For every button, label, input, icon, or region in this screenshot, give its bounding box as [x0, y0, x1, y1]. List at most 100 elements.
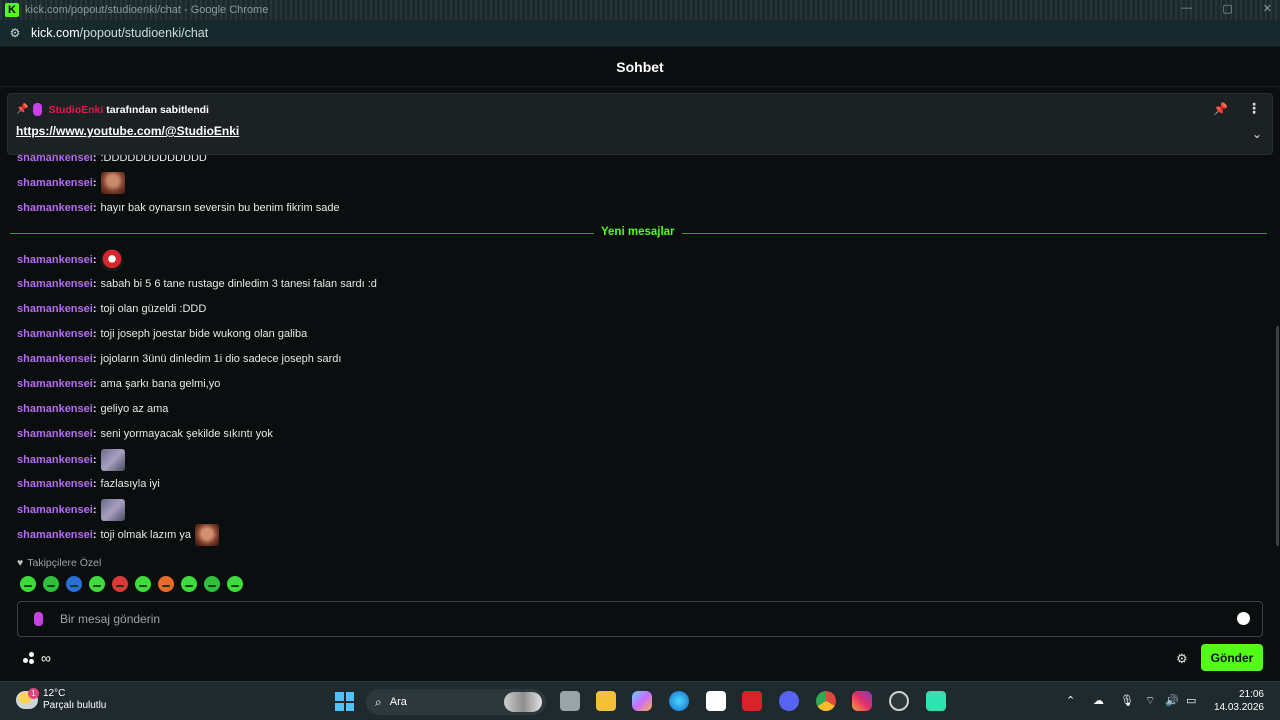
window-controls: — ▢ ✕ [1181, 2, 1272, 15]
address-bar: ⚙ kick.com/popout/studioenki/chat [0, 20, 1280, 47]
message-colon: : [92, 504, 97, 516]
chevron-down-icon[interactable]: ⌄ [1252, 127, 1262, 141]
windows-taskbar: 1 12°C Parçalı bulutlu ⌕ Ara ⌃ ☁ 🎙 ⌔ 🔊 ▭ [0, 681, 1280, 720]
chat-header: Sohbet [0, 47, 1280, 87]
message-username[interactable]: shamankensei [17, 503, 93, 517]
instagram-icon[interactable] [852, 691, 872, 711]
message-colon: : [92, 278, 97, 290]
pinner-name[interactable]: StudioEnki [48, 104, 103, 116]
chrome-icon[interactable] [816, 691, 836, 711]
pinned-by-text: tarafından sabitlendi [106, 103, 209, 116]
microsoft-store-icon[interactable] [706, 691, 726, 711]
message-username[interactable]: shamankensei [17, 327, 93, 341]
emote-icon[interactable] [135, 576, 151, 592]
emote-ball[interactable] [100, 249, 123, 271]
chat-message-input[interactable] [60, 612, 1160, 626]
message-colon: : [92, 454, 97, 466]
file-explorer-icon[interactable] [596, 691, 616, 711]
wifi-icon[interactable]: ⌔ [1145, 694, 1155, 708]
gear-icon[interactable]: ⚙ [1176, 651, 1188, 667]
edge-icon[interactable] [669, 691, 689, 711]
message-text: toji olmak lazım ya [100, 529, 191, 541]
message-text: hayır bak oynarsın seversin bu benim fik… [100, 202, 340, 214]
cloud-icon[interactable]: ☁ [1093, 694, 1104, 707]
emote-face[interactable] [100, 172, 125, 194]
message-username[interactable]: shamankensei [17, 528, 93, 542]
send-button[interactable]: Gönder [1201, 644, 1263, 671]
message-colon: : [92, 202, 97, 214]
chat-message: shamankensei: toji joseph joestar bide wu… [17, 327, 307, 341]
emote-blur[interactable] [100, 499, 125, 521]
minimize-icon[interactable]: — [1181, 2, 1192, 15]
chevron-up-icon[interactable]: ⌃ [1066, 694, 1075, 707]
weather-description: Parçalı bulutlu [43, 700, 107, 711]
url-text[interactable]: kick.com/popout/studioenki/chat [31, 26, 208, 40]
taskbar-clock[interactable]: 21:06 14.03.2026 [1212, 688, 1264, 714]
weather-icon: 1 [16, 688, 39, 709]
close-icon[interactable]: ✕ [1263, 2, 1272, 15]
emote-icon[interactable] [66, 576, 82, 592]
chat-message: shamankensei: geliyo az ama [17, 402, 168, 416]
infinity-icon[interactable]: ∞ [41, 650, 51, 666]
followers-only-label: Takipçilere Özel [27, 557, 102, 569]
more-options-icon[interactable]: ⋮ [1247, 100, 1261, 117]
unpin-icon[interactable]: 📌 [1213, 102, 1228, 116]
new-messages-label: Yeni mesajlar [594, 226, 682, 238]
message-text: fazlasıyla iyi [100, 478, 160, 490]
emoji-icon[interactable] [1237, 612, 1250, 625]
emote-icon[interactable] [158, 576, 174, 592]
message-username[interactable]: shamankensei [17, 377, 93, 391]
emote-icon[interactable] [227, 576, 243, 592]
windows-start-icon[interactable] [335, 692, 354, 711]
chat-message: shamankensei: fazlasıyla iyi [17, 477, 160, 491]
site-settings-icon[interactable]: ⚙ [8, 26, 22, 40]
pinned-link[interactable]: https://www.youtube.com/@StudioEnki [16, 124, 239, 138]
window-title: kick.com/popout/studioenki/chat - Google… [25, 4, 269, 16]
app-l-icon[interactable] [742, 691, 762, 711]
copilot-icon[interactable] [632, 691, 652, 711]
message-username[interactable]: shamankensei [17, 253, 93, 267]
emote-icon[interactable] [204, 576, 220, 592]
message-text: seni yormayacak şekilde sıkıntı yok [100, 428, 273, 440]
maximize-icon[interactable]: ▢ [1222, 2, 1232, 15]
chat-message: shamankensei: toji olan güzeldi :DDD [17, 302, 206, 316]
message-username[interactable]: shamankensei [17, 427, 93, 441]
app-chat-icon[interactable] [926, 691, 946, 711]
emote-blur[interactable] [100, 449, 125, 471]
message-username[interactable]: shamankensei [17, 277, 93, 291]
app-clock-icon[interactable] [889, 691, 909, 711]
battery-icon[interactable]: ▭ [1186, 694, 1196, 707]
chat-message: shamankensei: seni yormayacak şekilde sık… [17, 427, 273, 441]
message-username[interactable]: shamankensei [17, 302, 93, 316]
kick-logo-icon: K [5, 3, 19, 17]
emote-icon[interactable] [20, 576, 36, 592]
message-colon: : [92, 403, 97, 415]
search-label: Ara [389, 696, 407, 708]
microphone-icon[interactable]: 🎙 [1120, 694, 1134, 707]
emote-icon[interactable] [43, 576, 59, 592]
message-username[interactable]: shamankensei [17, 402, 93, 416]
taskbar-search[interactable]: ⌕ Ara [366, 689, 546, 715]
message-username[interactable]: shamankensei [17, 176, 93, 190]
dots-icon[interactable] [23, 652, 35, 664]
emote-icon[interactable] [181, 576, 197, 592]
volume-icon[interactable]: 🔊 [1165, 694, 1179, 707]
message-username[interactable]: shamankensei [17, 453, 93, 467]
screen: K kick.com/popout/studioenki/chat - Goog… [0, 0, 1280, 720]
message-username[interactable]: shamankensei [17, 352, 93, 366]
clock-time: 21:06 [1238, 689, 1264, 700]
chat-message: shamankensei: [17, 499, 125, 521]
weather-widget[interactable]: 1 12°C Parçalı bulutlu [16, 688, 106, 712]
chat-message: shamankensei: toji olmak lazım ya [17, 524, 219, 546]
emote-icon[interactable] [112, 576, 128, 592]
discord-icon[interactable] [779, 691, 799, 711]
emote-picker-row [20, 576, 243, 592]
message-username[interactable]: shamankensei [17, 477, 93, 491]
search-icon: ⌕ [375, 694, 382, 709]
chat-scrollbar[interactable] [1276, 326, 1279, 546]
emote-face[interactable] [194, 524, 219, 546]
chat-message: shamankensei: hayır bak oynarsın seversin… [17, 201, 340, 215]
message-username[interactable]: shamankensei [17, 201, 93, 215]
task-view-icon[interactable] [560, 691, 580, 711]
emote-icon[interactable] [89, 576, 105, 592]
